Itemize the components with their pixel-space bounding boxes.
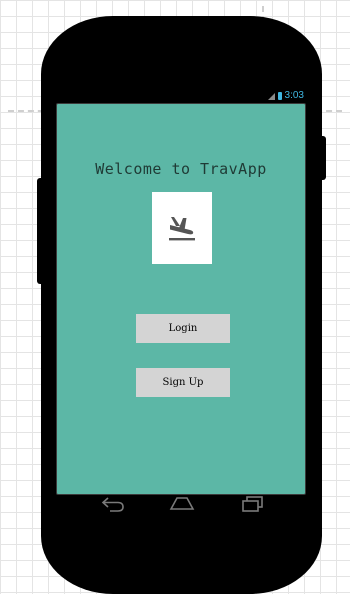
home-icon[interactable] [168,492,196,520]
navigation-bar [92,492,274,516]
airplane-departure-icon [166,214,198,242]
login-button[interactable]: Login [136,314,230,343]
app-screen: Welcome to TravApp Login Sign Up [56,103,306,495]
recent-apps-icon[interactable] [240,492,266,520]
welcome-title: Welcome to TravApp [95,160,267,178]
sign-up-button[interactable]: Sign Up [136,368,230,397]
status-bar: 3:03 [250,89,304,103]
signal-icon [267,92,275,100]
battery-icon [277,92,282,100]
status-clock: 3:03 [284,90,304,101]
back-icon[interactable] [100,492,126,520]
app-logo [152,192,212,264]
